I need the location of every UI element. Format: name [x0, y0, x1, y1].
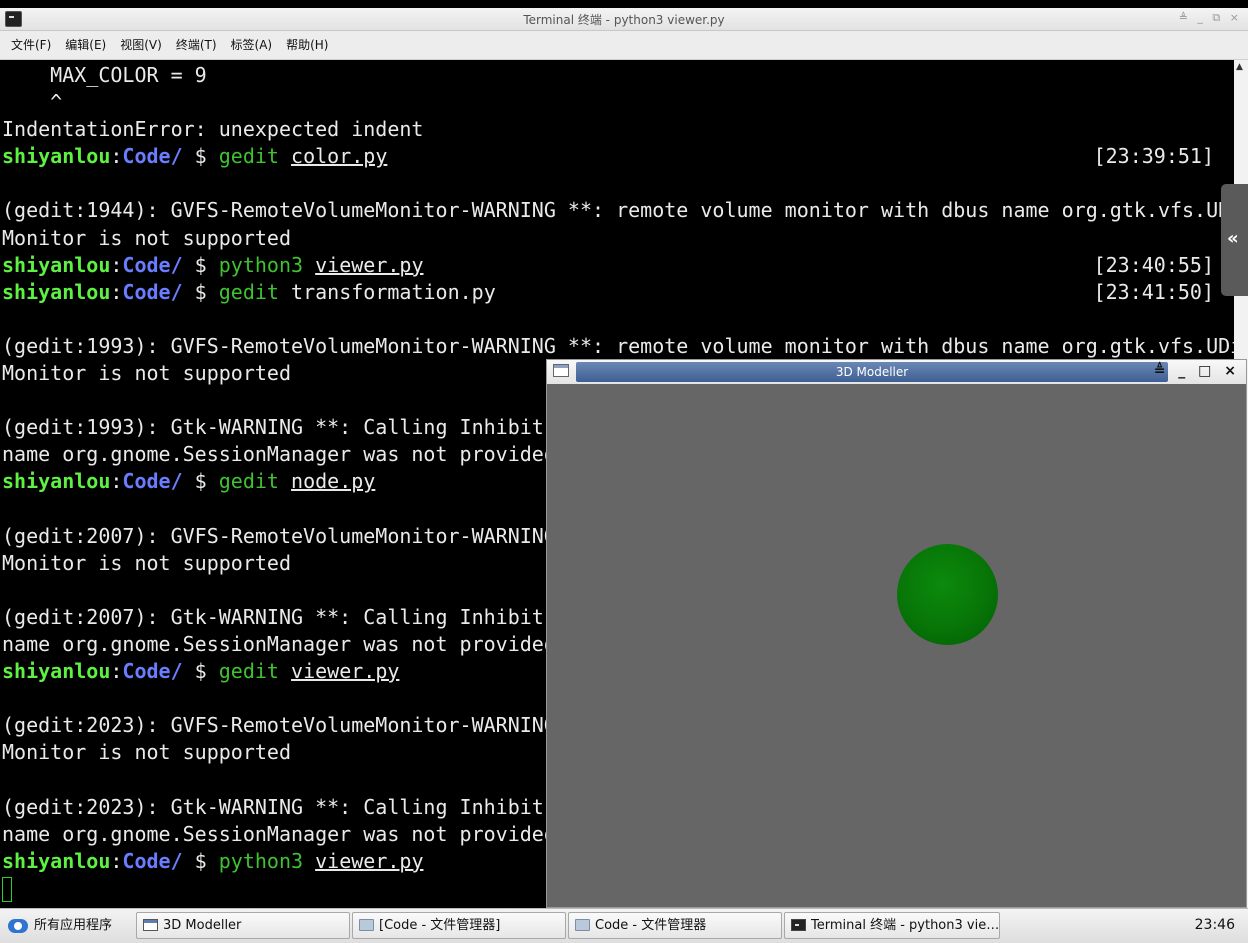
prompt-directory: Code/: [122, 469, 183, 494]
taskbar-item-file-manager-2[interactable]: Code - 文件管理器: [568, 912, 782, 939]
terminal-line: Monitor is not supported: [2, 225, 291, 250]
double-chevron-left-icon: «: [1227, 228, 1239, 249]
command-argument: viewer.py: [315, 252, 424, 277]
menu-help[interactable]: 帮助(H): [279, 31, 335, 59]
prompt-separator: :: [110, 252, 123, 277]
terminal-line: ^: [2, 90, 63, 115]
text-cursor: [2, 876, 12, 902]
folder-icon: [575, 919, 590, 931]
prompt-symbol: $: [182, 252, 219, 277]
prompt-separator: :: [110, 144, 123, 169]
menu-file[interactable]: 文件(F): [0, 31, 58, 59]
command-name: gedit: [218, 469, 279, 494]
all-apps-button[interactable]: 所有应用程序: [4, 912, 118, 940]
modeller-title-bar-fill[interactable]: 3D Modeller: [576, 362, 1168, 382]
window-icon[interactable]: [553, 364, 569, 377]
prompt-symbol: $: [182, 469, 219, 494]
terminal-prompt-line: shiyanlou:Code/ $ gedit color.py [23:39:5…: [2, 143, 1234, 170]
modeller-window-controls[interactable]: ≜ _ □ ×: [1154, 363, 1240, 379]
clock: 23:46: [1194, 917, 1235, 933]
menu-edit[interactable]: 编辑(E): [58, 31, 113, 59]
prompt-directory: Code/: [122, 659, 183, 684]
all-apps-label: 所有应用程序: [34, 918, 113, 933]
terminal-line: IndentationError: unexpected indent: [2, 117, 424, 142]
command-argument: viewer.py: [315, 848, 424, 873]
prompt-directory: Code/: [122, 144, 183, 169]
command-name: gedit: [218, 659, 279, 684]
command-name: gedit: [218, 144, 279, 169]
menu-view[interactable]: 视图(V): [113, 31, 169, 59]
command-argument: color.py: [291, 144, 388, 169]
prompt-separator: :: [110, 659, 123, 684]
prompt-directory: Code/: [122, 279, 183, 304]
modeller-window: 3D Modeller ≜ _ □ ×: [546, 359, 1247, 908]
taskbar-item-terminal[interactable]: Terminal 终端 - python3 vie…: [784, 912, 1000, 939]
terminal-icon: [791, 919, 806, 931]
taskbar-item-3d-modeller[interactable]: 3D Modeller: [136, 912, 350, 939]
taskbar-item-label: Terminal 终端 - python3 vie…: [811, 918, 1000, 933]
prompt-user: shiyanlou: [2, 144, 111, 169]
terminal-titlebar[interactable]: Terminal 终端 - python3 viewer.py ≜ _ ⧉ ×: [0, 8, 1248, 31]
prompt-separator: :: [110, 848, 123, 873]
terminal-window-title: Terminal 终端 - python3 viewer.py: [523, 13, 725, 27]
green-sphere[interactable]: [897, 544, 998, 645]
scroll-up-arrow-icon[interactable]: ▲: [1236, 62, 1243, 72]
menu-tabs[interactable]: 标签(A): [224, 31, 280, 59]
prompt-user: shiyanlou: [2, 279, 111, 304]
modeller-window-title: 3D Modeller: [835, 365, 909, 379]
apps-menu-icon: [8, 918, 28, 933]
command-argument: viewer.py: [291, 659, 400, 684]
terminal-line: MAX_COLOR = 9: [2, 63, 207, 87]
prompt-symbol: $: [182, 279, 219, 304]
terminal-prompt-line: shiyanlou:Code/ $ gedit transformation.p…: [2, 279, 1234, 306]
command-name: python3: [218, 252, 304, 277]
prompt-user: shiyanlou: [2, 659, 111, 684]
modeller-gl-canvas[interactable]: [551, 385, 1242, 903]
prompt-user: shiyanlou: [2, 469, 111, 494]
sidebar-toggle-button[interactable]: «: [1221, 184, 1248, 296]
prompt-directory: Code/: [122, 848, 183, 873]
prompt-user: shiyanlou: [2, 848, 111, 873]
folder-icon: [359, 919, 374, 931]
menu-terminal[interactable]: 终端(T): [169, 31, 224, 59]
taskbar: 所有应用程序 3D Modeller [Code - 文件管理器] Code -…: [0, 908, 1248, 943]
prompt-symbol: $: [182, 144, 219, 169]
prompt-symbol: $: [182, 659, 219, 684]
prompt-directory: Code/: [122, 252, 183, 277]
window-icon: [143, 919, 158, 931]
taskbar-item-file-manager-1[interactable]: [Code - 文件管理器]: [352, 912, 566, 939]
prompt-timestamp: [23:39:51]: [1093, 144, 1214, 169]
prompt-separator: :: [110, 469, 123, 494]
terminal-line: (gedit:1944): GVFS-RemoteVolumeMonitor-W…: [2, 198, 1234, 223]
prompt-symbol: $: [182, 848, 219, 873]
command-name: gedit: [218, 279, 279, 304]
prompt-timestamp: [23:40:55]: [1093, 252, 1214, 277]
terminal-window-controls[interactable]: ≜ _ ⧉ ×: [1179, 11, 1242, 25]
taskbar-item-label: [Code - 文件管理器]: [379, 918, 501, 933]
terminal-prompt-line: shiyanlou:Code/ $ python3 viewer.py [23:4…: [2, 252, 1234, 279]
prompt-separator: :: [110, 279, 123, 304]
taskbar-item-label: 3D Modeller: [163, 918, 242, 933]
terminal-menubar: 文件(F) 编辑(E) 视图(V) 终端(T) 标签(A) 帮助(H): [0, 31, 1248, 60]
terminal-line: (gedit:1993): GVFS-RemoteVolumeMonitor-W…: [2, 333, 1234, 358]
taskbar-item-label: Code - 文件管理器: [595, 918, 707, 933]
prompt-timestamp: [23:41:50]: [1093, 279, 1214, 304]
modeller-titlebar[interactable]: 3D Modeller ≜ _ □ ×: [547, 360, 1246, 384]
prompt-user: shiyanlou: [2, 252, 111, 277]
command-name: python3: [218, 848, 304, 873]
command-argument: transformation.py: [291, 279, 496, 304]
command-argument: node.py: [291, 469, 376, 494]
